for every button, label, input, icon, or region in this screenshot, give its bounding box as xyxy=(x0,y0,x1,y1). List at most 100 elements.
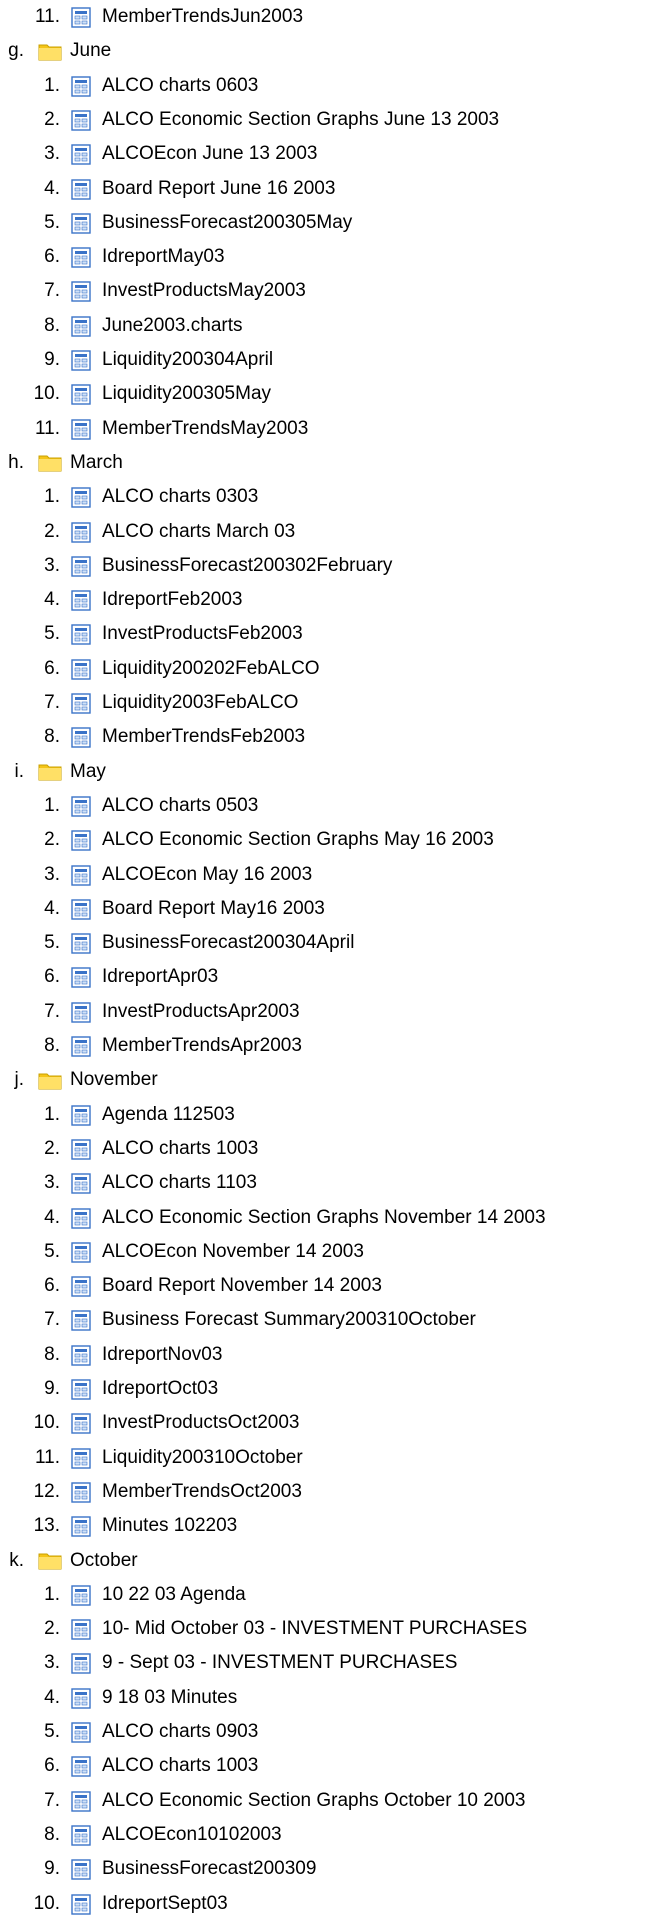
folder-label[interactable]: October xyxy=(70,1550,138,1572)
folder-item[interactable]: k. October xyxy=(0,1544,138,1578)
file-label[interactable]: MemberTrendsJun2003 xyxy=(102,6,303,28)
file-item[interactable]: 9. Liquidity200304April xyxy=(26,343,273,377)
file-label[interactable]: ALCO charts 0303 xyxy=(102,486,258,508)
file-item[interactable]: 6. Board Report November 14 2003 xyxy=(26,1269,382,1303)
file-label[interactable]: IdreportApr03 xyxy=(102,966,218,988)
file-label[interactable]: InvestProductsOct2003 xyxy=(102,1412,300,1434)
file-label[interactable]: Liquidity200202FebALCO xyxy=(102,658,320,680)
file-label[interactable]: InvestProductsMay2003 xyxy=(102,280,306,302)
file-item[interactable]: 11. MemberTrendsJun2003 xyxy=(26,0,303,34)
file-label[interactable]: ALCO charts 0503 xyxy=(102,795,258,817)
folder-label[interactable]: March xyxy=(70,452,123,474)
file-label[interactable]: Liquidity2003FebALCO xyxy=(102,692,298,714)
file-item[interactable]: 2. ALCO Economic Section Graphs May 16 20… xyxy=(26,823,494,857)
file-label[interactable]: ALCOEcon June 13 2003 xyxy=(102,143,318,165)
file-label[interactable]: Liquidity200305May xyxy=(102,383,271,405)
file-label[interactable]: Business Forecast Summary200310October xyxy=(102,1309,476,1331)
file-label[interactable]: ALCO charts 1003 xyxy=(102,1755,258,1777)
file-item[interactable]: 8. ALCOEcon10102003 xyxy=(26,1818,282,1852)
file-label[interactable]: Board Report May16 2003 xyxy=(102,898,325,920)
file-item[interactable]: 5. InvestProductsFeb2003 xyxy=(26,617,303,651)
file-item[interactable]: 4. Board Report June 16 2003 xyxy=(26,172,335,206)
file-label[interactable]: BusinessForecast200309 xyxy=(102,1858,316,1880)
file-item[interactable]: 7. InvestProductsMay2003 xyxy=(26,274,306,308)
file-item[interactable]: 13. Minutes 102203 xyxy=(26,1509,237,1543)
file-label[interactable]: Board Report November 14 2003 xyxy=(102,1275,382,1297)
file-label[interactable]: ALCO charts 0603 xyxy=(102,75,258,97)
file-item[interactable]: 4. Board Report May16 2003 xyxy=(26,892,325,926)
file-item[interactable]: 6. ALCO charts 1003 xyxy=(26,1749,258,1783)
file-item[interactable]: 7. Liquidity2003FebALCO xyxy=(26,686,298,720)
file-label[interactable]: June2003.charts xyxy=(102,315,243,337)
file-item[interactable]: 7. Business Forecast Summary200310October xyxy=(26,1303,476,1337)
file-item[interactable]: 2. 10- Mid October 03 - INVESTMENT PURCHA… xyxy=(26,1612,527,1646)
file-item[interactable]: 8. IdreportNov03 xyxy=(26,1338,222,1372)
file-item[interactable]: 8. MemberTrendsFeb2003 xyxy=(26,720,305,754)
file-label[interactable]: MemberTrendsFeb2003 xyxy=(102,726,305,748)
folder-label[interactable]: May xyxy=(70,761,106,783)
file-item[interactable]: 11. MemberTrendsMay2003 xyxy=(26,412,308,446)
file-label[interactable]: ALCO charts 0903 xyxy=(102,1721,258,1743)
file-label[interactable]: 9 - Sept 03 - INVESTMENT PURCHASES xyxy=(102,1652,457,1674)
file-item[interactable]: 8. MemberTrendsApr2003 xyxy=(26,1029,302,1063)
file-item[interactable]: 5. BusinessForecast200304April xyxy=(26,926,354,960)
file-label[interactable]: ALCOEcon May 16 2003 xyxy=(102,864,312,886)
file-label[interactable]: ALCO charts March 03 xyxy=(102,521,295,543)
file-item[interactable]: 11. Liquidity200310October xyxy=(26,1441,303,1475)
file-item[interactable]: 3. BusinessForecast200302February xyxy=(26,549,392,583)
file-item[interactable]: 3. ALCOEcon June 13 2003 xyxy=(26,137,318,171)
file-label[interactable]: ALCOEcon November 14 2003 xyxy=(102,1241,364,1263)
folder-item[interactable]: i. May xyxy=(0,755,106,789)
file-label[interactable]: ALCO Economic Section Graphs October 10 … xyxy=(102,1790,526,1812)
file-item[interactable]: 10. IdreportSept03 xyxy=(26,1887,228,1921)
file-item[interactable]: 7. ALCO Economic Section Graphs October 1… xyxy=(26,1784,526,1818)
file-label[interactable]: BusinessForecast200304April xyxy=(102,932,354,954)
file-label[interactable]: MemberTrendsOct2003 xyxy=(102,1481,302,1503)
file-item[interactable]: 1. ALCO charts 0303 xyxy=(26,480,258,514)
folder-item[interactable]: g. June xyxy=(0,34,111,68)
file-label[interactable]: IdreportNov03 xyxy=(102,1344,222,1366)
file-label[interactable]: ALCO Economic Section Graphs November 14… xyxy=(102,1207,546,1229)
file-label[interactable]: ALCO charts 1103 xyxy=(102,1172,257,1194)
file-label[interactable]: MemberTrendsApr2003 xyxy=(102,1035,302,1057)
file-item[interactable]: 9. IdreportOct03 xyxy=(26,1372,218,1406)
file-item[interactable]: 8. June2003.charts xyxy=(26,309,243,343)
file-item[interactable]: 3. ALCO charts 1103 xyxy=(26,1166,257,1200)
file-item[interactable]: 2. ALCO charts 1003 xyxy=(26,1132,258,1166)
file-item[interactable]: 3. ALCOEcon May 16 2003 xyxy=(26,858,312,892)
file-item[interactable]: 1. 10 22 03 Agenda xyxy=(26,1578,246,1612)
file-label[interactable]: BusinessForecast200305May xyxy=(102,212,352,234)
folder-label[interactable]: November xyxy=(70,1069,158,1091)
file-item[interactable]: 7. InvestProductsApr2003 xyxy=(26,995,300,1029)
file-item[interactable]: 5. ALCO charts 0903 xyxy=(26,1715,258,1749)
file-label[interactable]: BusinessForecast200302February xyxy=(102,555,392,577)
folder-item[interactable]: j. November xyxy=(0,1063,158,1097)
file-item[interactable]: 2. ALCO Economic Section Graphs June 13 2… xyxy=(26,103,499,137)
file-label[interactable]: IdreportMay03 xyxy=(102,246,225,268)
file-label[interactable]: Minutes 102203 xyxy=(102,1515,237,1537)
file-item[interactable]: 2. ALCO charts March 03 xyxy=(26,515,295,549)
file-label[interactable]: IdreportOct03 xyxy=(102,1378,218,1400)
file-label[interactable]: 10 22 03 Agenda xyxy=(102,1584,246,1606)
file-label[interactable]: IdreportFeb2003 xyxy=(102,589,243,611)
file-item[interactable]: 4. ALCO Economic Section Graphs November … xyxy=(26,1201,546,1235)
file-item[interactable]: 6. IdreportApr03 xyxy=(26,960,218,994)
folder-item[interactable]: h. March xyxy=(0,446,123,480)
file-label[interactable]: 10- Mid October 03 - INVESTMENT PURCHASE… xyxy=(102,1618,527,1640)
file-item[interactable]: 1. Agenda 112503 xyxy=(26,1098,235,1132)
file-label[interactable]: Board Report June 16 2003 xyxy=(102,178,335,200)
file-item[interactable]: 1. ALCO charts 0603 xyxy=(26,69,258,103)
file-item[interactable]: 5. ALCOEcon November 14 2003 xyxy=(26,1235,364,1269)
file-label[interactable]: MemberTrendsMay2003 xyxy=(102,418,308,440)
file-item[interactable]: 10. InvestProductsOct2003 xyxy=(26,1406,300,1440)
file-label[interactable]: IdreportSept03 xyxy=(102,1893,228,1915)
file-label[interactable]: Liquidity200310October xyxy=(102,1447,303,1469)
file-item[interactable]: 10. Liquidity200305May xyxy=(26,377,271,411)
file-label[interactable]: ALCO Economic Section Graphs May 16 2003 xyxy=(102,829,494,851)
file-label[interactable]: 9 18 03 Minutes xyxy=(102,1687,237,1709)
file-item[interactable]: 5. BusinessForecast200305May xyxy=(26,206,352,240)
folder-label[interactable]: June xyxy=(70,40,111,62)
file-item[interactable]: 6. Liquidity200202FebALCO xyxy=(26,652,320,686)
file-label[interactable]: Liquidity200304April xyxy=(102,349,273,371)
file-label[interactable]: ALCO Economic Section Graphs June 13 200… xyxy=(102,109,499,131)
